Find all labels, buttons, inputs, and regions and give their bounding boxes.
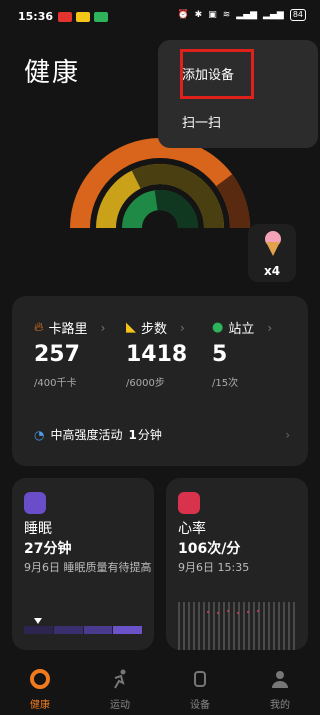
stat-value: 1418 <box>126 342 188 367</box>
watch-icon <box>194 671 206 687</box>
stat-value: 5 <box>212 342 228 367</box>
hd-icon: ▣ <box>208 10 217 20</box>
alarm-icon: ⏰ <box>177 10 189 20</box>
signal-icon: ▂▄▆ <box>236 10 258 20</box>
wifi-icon: ≋ <box>222 10 231 20</box>
stat-label: 步数 <box>141 322 168 337</box>
stat-calories[interactable]: 🔥︎ 卡路里 › 257 /400千卡 <box>34 318 106 389</box>
tab-health[interactable]: 健康 <box>0 662 80 715</box>
stat-label: 卡路里 <box>48 322 88 337</box>
notification-app-icon <box>94 12 108 22</box>
ice-cream-icon <box>265 231 281 256</box>
signal-icon: ▂▄▆ <box>263 10 284 20</box>
clock-icon: ◔ <box>34 427 45 442</box>
sleep-desc: 9月6日 睡眠质量有待提高 <box>24 561 152 574</box>
bottom-tab-bar: 健康 运动 设备 我的 <box>0 662 320 715</box>
status-time: 15:36 <box>18 10 54 23</box>
stat-goal: /6000步 <box>126 378 165 389</box>
user-icon <box>272 671 288 688</box>
heart-desc: 9月6日 15:35 <box>178 561 250 574</box>
bed-icon <box>24 492 46 514</box>
tab-profile[interactable]: 我的 <box>240 662 320 715</box>
heart-rate-card[interactable]: 心率 106次/分 9月6日 15:35 <box>166 478 308 650</box>
tab-device[interactable]: 设备 <box>160 662 240 715</box>
reward-count: x4 <box>263 264 281 278</box>
flame-icon: 🔥︎ <box>34 320 44 335</box>
stat-stand[interactable]: ● 站立 › 5 /15次 <box>212 318 273 389</box>
shoe-icon: ◣ <box>126 320 136 335</box>
heart-rate-points <box>207 610 259 614</box>
chevron-right-icon: › <box>267 320 273 335</box>
activity-label: 中高强度活动 <box>50 428 123 442</box>
stat-steps[interactable]: ◣ 步数 › 1418 /6000步 <box>126 318 187 389</box>
tab-exercise[interactable]: 运动 <box>80 662 160 715</box>
page-title: 健康 <box>24 58 81 88</box>
tab-label: 设备 <box>190 700 210 711</box>
activity-stats-card[interactable]: 🔥︎ 卡路里 › 257 /400千卡 ◣ 步数 › 1418 /6000步 ●… <box>12 296 308 466</box>
sleep-value: 27分钟 <box>24 541 72 557</box>
status-bar: 15:36 ⏰ ✱ ▣ ≋ ▂▄▆ ▂▄▆ 84 <box>0 0 320 32</box>
activity-value: 1 <box>128 427 137 442</box>
running-icon <box>114 669 126 689</box>
notification-app-icon <box>76 12 90 22</box>
mute-icon: ✱ <box>194 10 203 20</box>
sleep-card[interactable]: 睡眠 27分钟 9月6日 睡眠质量有待提高 <box>12 478 154 650</box>
tab-label: 健康 <box>30 700 50 711</box>
person-icon: ● <box>212 320 224 335</box>
health-ring-icon <box>30 669 50 689</box>
status-icons: ⏰ ✱ ▣ ≋ ▂▄▆ ▂▄▆ 84 <box>177 9 306 21</box>
stat-goal: /15次 <box>212 378 239 389</box>
activity-unit: 分钟 <box>137 428 162 442</box>
stat-value: 257 <box>34 342 80 367</box>
heart-title: 心率 <box>178 521 206 537</box>
stat-goal: /400千卡 <box>34 378 77 389</box>
heart-value: 106次/分 <box>178 541 241 557</box>
notification-app-icon <box>58 12 72 22</box>
highlight-box <box>180 49 254 99</box>
tab-label: 我的 <box>270 700 290 711</box>
sleep-title: 睡眠 <box>24 521 52 537</box>
chevron-right-icon: › <box>100 320 106 335</box>
chevron-right-icon: › <box>285 427 290 442</box>
reward-badge[interactable]: x4 <box>248 224 296 282</box>
intensity-activity-row[interactable]: ◔ 中高强度活动 1 分钟 › <box>34 426 290 443</box>
chevron-right-icon: › <box>180 320 185 335</box>
tab-label: 运动 <box>110 700 130 711</box>
menu-item-scan[interactable]: 扫一扫 <box>182 112 221 131</box>
sleep-marker-icon <box>34 618 42 624</box>
sleep-stage-bar <box>24 626 142 634</box>
stat-label: 站立 <box>228 322 255 337</box>
heart-icon <box>178 492 200 514</box>
battery-icon: 84 <box>289 9 306 21</box>
